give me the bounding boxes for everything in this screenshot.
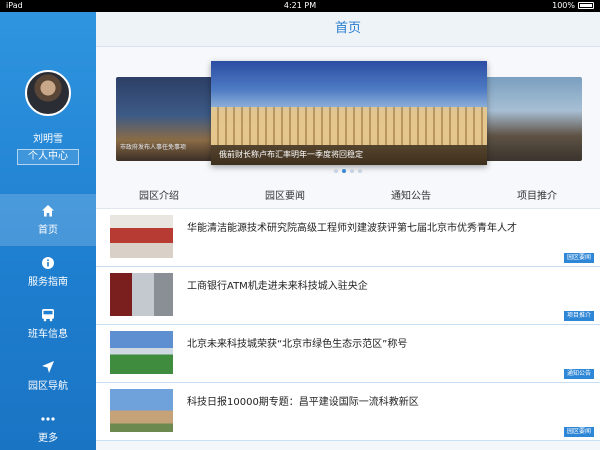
sidebar-item-label: 更多 xyxy=(38,433,58,444)
battery-icon xyxy=(578,2,594,9)
news-title: 华能清洁能源技术研究院高级工程师刘建波获评第七届北京市优秀青年人才 xyxy=(187,223,517,234)
bus-icon xyxy=(0,308,96,322)
tab-park-intro[interactable]: 园区介绍 xyxy=(96,187,222,208)
list-item[interactable]: 北京未来科技城荣获“北京市绿色生态示范区”称号 通知公告 xyxy=(96,325,600,383)
more-icon xyxy=(0,412,96,426)
news-thumbnail xyxy=(110,215,173,258)
category-badge: 通知公告 xyxy=(563,369,594,379)
news-title: 工商银行ATM机走进未来科技城入驻央企 xyxy=(187,281,368,292)
banner-carousel[interactable]: 市政府发布人事任免事项 俄前财长称卢布汇率明年一季度将回稳定 xyxy=(96,47,600,187)
category-badge: 园区要闻 xyxy=(563,253,594,263)
sidebar-item-label: 园区导航 xyxy=(28,381,68,392)
news-thumbnail xyxy=(110,273,173,316)
carousel-slide-next[interactable] xyxy=(482,77,582,161)
news-list: 华能清洁能源技术研究院高级工程师刘建波获评第七届北京市优秀青年人才 园区要闻 工… xyxy=(96,209,600,441)
page-title: 首页 xyxy=(96,12,600,47)
news-thumbnail xyxy=(110,331,173,374)
profile-center-button[interactable]: 个人中心 xyxy=(17,149,79,165)
sidebar-item-bus[interactable]: 班车信息 xyxy=(0,298,96,350)
carousel-indicator xyxy=(96,169,600,173)
sidebar-item-label: 首页 xyxy=(38,225,58,236)
user-name: 刘明雪 xyxy=(33,134,63,145)
home-icon xyxy=(0,204,96,218)
status-bar: iPad 4:21 PM 100% xyxy=(0,0,600,12)
sidebar-item-home[interactable]: 首页 xyxy=(0,194,96,246)
news-title: 北京未来科技城荣获“北京市绿色生态示范区”称号 xyxy=(187,339,408,350)
sidebar-item-label: 服务指南 xyxy=(28,277,68,288)
tab-park-news[interactable]: 园区要闻 xyxy=(222,187,348,208)
sidebar-item-guide[interactable]: 服务指南 xyxy=(0,246,96,298)
navigation-icon xyxy=(0,360,96,374)
carousel-dot[interactable] xyxy=(334,169,338,173)
carousel-dot[interactable] xyxy=(358,169,362,173)
sidebar-item-more[interactable]: 更多 xyxy=(0,402,96,450)
sidebar-item-navigation[interactable]: 园区导航 xyxy=(0,350,96,402)
category-badge: 项目推介 xyxy=(563,311,594,321)
main-content: 首页 市政府发布人事任免事项 俄前财长称卢布汇率明年一季度将回稳定 园区介绍 园… xyxy=(96,12,600,450)
tab-projects[interactable]: 项目推介 xyxy=(474,187,600,208)
category-badge: 园区要闻 xyxy=(563,427,594,437)
carousel-caption: 俄前财长称卢布汇率明年一季度将回稳定 xyxy=(211,145,487,165)
sidebar-item-label: 班车信息 xyxy=(28,329,68,340)
carousel-slide-previous[interactable]: 市政府发布人事任免事项 xyxy=(116,77,214,161)
status-time: 4:21 PM xyxy=(283,1,317,10)
carousel-dot-active[interactable] xyxy=(342,169,346,173)
carousel-caption-previous: 市政府发布人事任免事项 xyxy=(120,144,187,151)
carousel-slide-current[interactable]: 俄前财长称卢布汇率明年一季度将回稳定 xyxy=(211,61,487,165)
news-thumbnail xyxy=(110,389,173,432)
slide-image xyxy=(211,107,487,145)
news-title: 科技日报10000期专题：昌平建设国际一流科教新区 xyxy=(187,397,419,408)
list-item[interactable]: 工商银行ATM机走进未来科技城入驻央企 项目推介 xyxy=(96,267,600,325)
avatar[interactable] xyxy=(25,70,71,116)
list-item[interactable]: 华能清洁能源技术研究院高级工程师刘建波获评第七届北京市优秀青年人才 园区要闻 xyxy=(96,209,600,267)
category-tabs: 园区介绍 园区要闻 通知公告 项目推介 xyxy=(96,187,600,209)
sidebar-nav: 首页 服务指南 班车信息 园区导航 更多 xyxy=(0,194,96,450)
sidebar: 刘明雪 个人中心 首页 服务指南 班车信息 园区导航 更多 xyxy=(0,12,96,450)
battery-status: 100% xyxy=(552,1,594,10)
carousel-dot[interactable] xyxy=(350,169,354,173)
tab-notices[interactable]: 通知公告 xyxy=(348,187,474,208)
list-item[interactable]: 科技日报10000期专题：昌平建设国际一流科教新区 园区要闻 xyxy=(96,383,600,441)
info-icon xyxy=(0,256,96,270)
battery-percent: 100% xyxy=(552,1,575,10)
